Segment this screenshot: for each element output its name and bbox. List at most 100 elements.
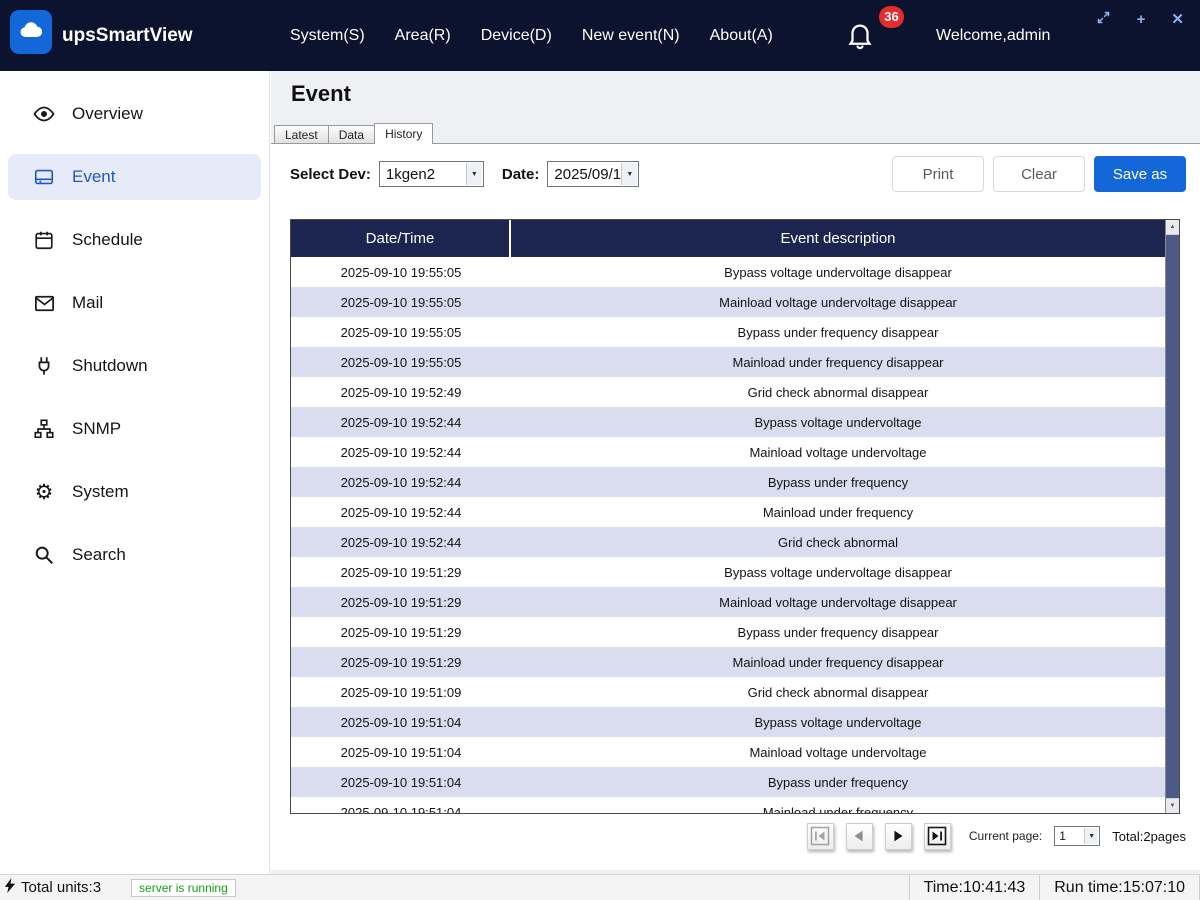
run-time-label: Run time:15:07:10 xyxy=(1039,875,1200,900)
cell-datetime: 2025-09-10 19:51:04 xyxy=(291,745,511,760)
cell-description: Mainload voltage undervoltage disappear xyxy=(511,595,1165,610)
table-row[interactable]: 2025-09-10 19:51:04Mainload voltage unde… xyxy=(291,737,1165,767)
table-row[interactable]: 2025-09-10 19:52:44Mainload voltage unde… xyxy=(291,437,1165,467)
previous-page-button[interactable] xyxy=(846,823,873,850)
status-bar: Total units:3 server is running Time:10:… xyxy=(0,874,1200,900)
page-title: Event xyxy=(291,81,351,107)
tab-history[interactable]: History xyxy=(374,123,433,144)
page-select[interactable]: 1 ▼ xyxy=(1054,826,1100,846)
table-scrollbar[interactable]: ▲ ▼ xyxy=(1165,220,1179,813)
cell-datetime: 2025-09-10 19:51:04 xyxy=(291,775,511,790)
event-table: Date/Time Event description 2025-09-10 1… xyxy=(290,219,1180,814)
close-icon[interactable]: ✕ xyxy=(1171,11,1184,29)
app-title: upsSmartView xyxy=(62,0,193,71)
print-button[interactable]: Print xyxy=(892,156,984,192)
welcome-text: Welcome,admin xyxy=(936,0,1050,71)
scroll-down-icon[interactable]: ▼ xyxy=(1166,798,1179,813)
chevron-down-icon: ▼ xyxy=(1084,828,1098,844)
table-row[interactable]: 2025-09-10 19:51:04Bypass under frequenc… xyxy=(291,767,1165,797)
cell-datetime: 2025-09-10 19:51:04 xyxy=(291,805,511,815)
table-row[interactable]: 2025-09-10 19:55:05Bypass voltage underv… xyxy=(291,257,1165,287)
sidebar-item-event[interactable]: Event xyxy=(8,154,261,200)
date-label: Date: xyxy=(502,166,540,183)
sidebar-item-label: System xyxy=(72,482,129,502)
first-page-icon xyxy=(810,826,830,846)
sidebar-item-shutdown[interactable]: Shutdown xyxy=(8,343,261,389)
table-row[interactable]: 2025-09-10 19:52:44Mainload under freque… xyxy=(291,497,1165,527)
sidebar-item-mail[interactable]: Mail xyxy=(8,280,261,326)
sidebar-item-snmp[interactable]: SNMP xyxy=(8,406,261,452)
cell-datetime: 2025-09-10 19:55:05 xyxy=(291,325,511,340)
cell-description: Bypass under frequency disappear xyxy=(511,625,1165,640)
scroll-up-icon[interactable]: ▲ xyxy=(1166,220,1179,235)
cell-description: Bypass under frequency disappear xyxy=(511,325,1165,340)
date-select-value: 2025/09/10 xyxy=(554,166,629,183)
cell-datetime: 2025-09-10 19:52:44 xyxy=(291,445,511,460)
plus-icon[interactable]: + xyxy=(1137,11,1146,29)
table-row[interactable]: 2025-09-10 19:51:04Mainload under freque… xyxy=(291,797,1165,814)
cell-datetime: 2025-09-10 19:51:29 xyxy=(291,595,511,610)
table-row[interactable]: 2025-09-10 19:55:05Bypass under frequenc… xyxy=(291,317,1165,347)
network-icon xyxy=(32,417,56,441)
save-as-button[interactable]: Save as xyxy=(1094,156,1186,192)
total-units: Total units:3 xyxy=(0,878,101,897)
cell-datetime: 2025-09-10 19:52:49 xyxy=(291,385,511,400)
sidebar-item-system[interactable]: ⚙ System xyxy=(8,469,261,515)
cell-datetime: 2025-09-10 19:51:29 xyxy=(291,655,511,670)
chevron-down-icon: ▼ xyxy=(466,163,482,185)
table-row[interactable]: 2025-09-10 19:52:44Bypass voltage underv… xyxy=(291,407,1165,437)
table-row[interactable]: 2025-09-10 19:52:49Grid check abnormal d… xyxy=(291,377,1165,407)
app-logo xyxy=(10,10,52,54)
column-header-description[interactable]: Event description xyxy=(511,230,1165,247)
table-row[interactable]: 2025-09-10 19:51:04Bypass voltage underv… xyxy=(291,707,1165,737)
date-select[interactable]: 2025/09/10 ▼ xyxy=(547,161,639,187)
cell-description: Bypass voltage undervoltage xyxy=(511,415,1165,430)
table-row[interactable]: 2025-09-10 19:55:05Mainload voltage unde… xyxy=(291,287,1165,317)
cell-description: Bypass voltage undervoltage disappear xyxy=(511,265,1165,280)
cell-datetime: 2025-09-10 19:52:44 xyxy=(291,505,511,520)
history-panel: Select Dev: 1kgen2 ▼ Date: 2025/09/10 ▼ … xyxy=(271,143,1200,870)
next-page-button[interactable] xyxy=(885,823,912,850)
cell-description: Grid check abnormal xyxy=(511,535,1165,550)
table-row[interactable]: 2025-09-10 19:51:29Mainload under freque… xyxy=(291,647,1165,677)
menu-device[interactable]: Device(D) xyxy=(481,27,552,45)
cell-datetime: 2025-09-10 19:51:29 xyxy=(291,625,511,640)
sidebar-item-overview[interactable]: Overview xyxy=(8,91,261,137)
expand-icon[interactable] xyxy=(1096,10,1111,30)
eye-icon xyxy=(32,102,56,126)
table-row[interactable]: 2025-09-10 19:51:29Bypass under frequenc… xyxy=(291,617,1165,647)
menu-new-event[interactable]: New event(N) xyxy=(582,27,680,45)
cell-description: Bypass under frequency xyxy=(511,475,1165,490)
sidebar-item-search[interactable]: Search xyxy=(8,532,261,578)
next-page-icon xyxy=(889,827,907,845)
table-row[interactable]: 2025-09-10 19:55:05Mainload under freque… xyxy=(291,347,1165,377)
cell-datetime: 2025-09-10 19:55:05 xyxy=(291,265,511,280)
table-row[interactable]: 2025-09-10 19:51:29Mainload voltage unde… xyxy=(291,587,1165,617)
search-icon xyxy=(32,543,56,567)
clear-button[interactable]: Clear xyxy=(993,156,1085,192)
gear-icon: ⚙ xyxy=(32,480,56,504)
menu-about[interactable]: About(A) xyxy=(710,27,773,45)
table-row[interactable]: 2025-09-10 19:52:44Grid check abnormal xyxy=(291,527,1165,557)
column-header-datetime[interactable]: Date/Time xyxy=(291,220,511,257)
first-page-button[interactable] xyxy=(807,823,834,850)
cell-description: Mainload voltage undervoltage xyxy=(511,445,1165,460)
scrollbar-thumb[interactable] xyxy=(1166,235,1179,798)
table-row[interactable]: 2025-09-10 19:51:09Grid check abnormal d… xyxy=(291,677,1165,707)
menu-system[interactable]: System(S) xyxy=(290,27,365,45)
cell-description: Mainload under frequency disappear xyxy=(511,655,1165,670)
last-page-button[interactable] xyxy=(924,823,951,850)
table-row[interactable]: 2025-09-10 19:51:29Bypass voltage underv… xyxy=(291,557,1165,587)
last-page-icon xyxy=(927,826,947,846)
notification-bell-icon[interactable] xyxy=(845,19,879,53)
cell-description: Mainload voltage undervoltage xyxy=(511,745,1165,760)
menu-area[interactable]: Area(R) xyxy=(395,27,451,45)
device-select[interactable]: 1kgen2 ▼ xyxy=(379,161,484,187)
table-row[interactable]: 2025-09-10 19:52:44Bypass under frequenc… xyxy=(291,467,1165,497)
tab-latest[interactable]: Latest xyxy=(274,125,329,143)
current-page-label: Current page: xyxy=(969,829,1042,843)
sidebar-item-schedule[interactable]: Schedule xyxy=(8,217,261,263)
toolbar: Select Dev: 1kgen2 ▼ Date: 2025/09/10 ▼ … xyxy=(290,156,1186,192)
cell-datetime: 2025-09-10 19:52:44 xyxy=(291,535,511,550)
tab-data[interactable]: Data xyxy=(328,125,375,143)
